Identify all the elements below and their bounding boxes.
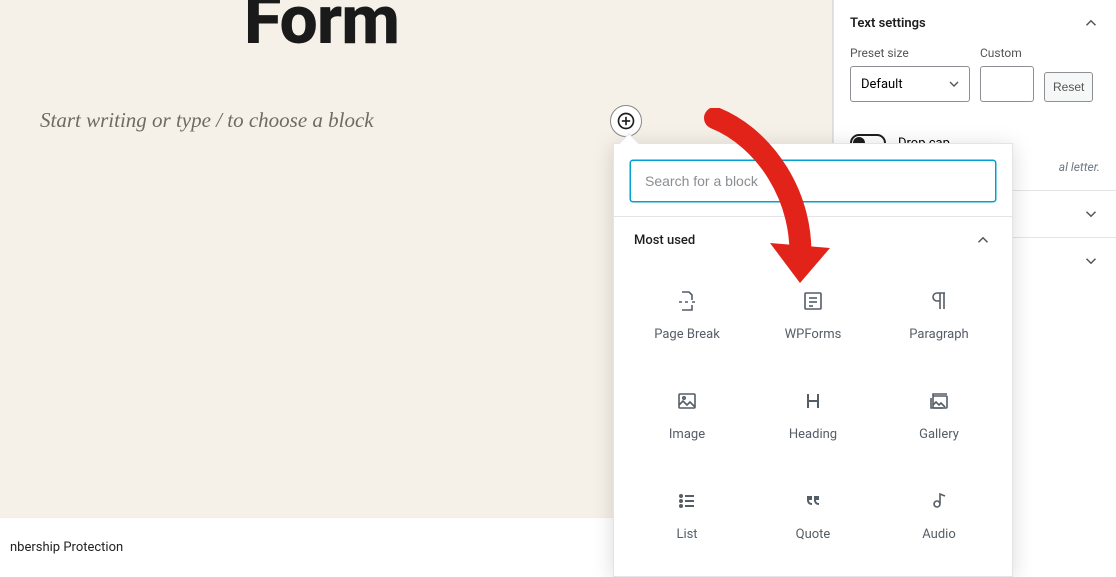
chevron-up-icon (1082, 14, 1100, 32)
block-heading[interactable]: Heading (750, 365, 876, 465)
block-label: Paragraph (909, 327, 968, 342)
text-settings-panel-header[interactable]: Text settings (834, 0, 1116, 46)
block-page-break[interactable]: Page Break (624, 265, 750, 365)
block-label: WPForms (785, 327, 842, 342)
add-block-button[interactable] (610, 105, 642, 137)
block-image[interactable]: Image (624, 365, 750, 465)
block-gallery[interactable]: Gallery (876, 365, 1002, 465)
heading-icon (801, 389, 825, 413)
most-used-label: Most used (634, 233, 695, 248)
reset-button[interactable]: Reset (1044, 72, 1093, 102)
block-wpforms[interactable]: WPForms (750, 265, 876, 365)
chevron-down-icon (1082, 205, 1100, 223)
paragraph-placeholder[interactable]: Start writing or type / to choose a bloc… (40, 108, 374, 133)
block-audio[interactable]: Audio (876, 465, 1002, 565)
text-settings-label: Text settings (850, 16, 926, 31)
bottom-bar-text: nbership Protection (10, 540, 123, 555)
chevron-down-icon (1082, 252, 1100, 270)
block-inserter-popover: Most used Page Break WPForms Parag (613, 143, 1013, 577)
wpforms-icon (801, 289, 825, 313)
inserter-scroll[interactable]: Most used Page Break WPForms Parag (614, 217, 1012, 576)
most-used-section-header[interactable]: Most used (614, 217, 1012, 259)
block-grid: Page Break WPForms Paragraph Image (614, 259, 1012, 575)
block-label: Quote (796, 527, 831, 542)
block-label: List (676, 527, 697, 542)
block-paragraph[interactable]: Paragraph (876, 265, 1002, 365)
preset-size-control: Preset size Default (850, 46, 970, 102)
paragraph-icon (927, 289, 951, 313)
block-quote[interactable]: Quote (750, 465, 876, 565)
text-settings-panel-body: Preset size Default Custom Reset (834, 46, 1116, 118)
block-label: Image (669, 427, 705, 442)
list-icon (675, 489, 699, 513)
page-title[interactable]: Form (244, 0, 399, 60)
gallery-icon (927, 389, 951, 413)
custom-size-label: Custom (980, 46, 1034, 60)
custom-size-control: Custom (980, 46, 1034, 102)
plus-circle-icon (616, 111, 636, 131)
block-label: Heading (789, 427, 837, 442)
preset-size-select[interactable]: Default (850, 66, 970, 102)
page-break-icon (675, 289, 699, 313)
preset-size-label: Preset size (850, 46, 970, 60)
block-label: Page Break (654, 327, 720, 342)
preset-size-value: Default (861, 77, 903, 92)
quote-icon (801, 489, 825, 513)
image-icon (675, 389, 699, 413)
block-label: Audio (922, 527, 955, 542)
block-list[interactable]: List (624, 465, 750, 565)
block-label: Gallery (919, 427, 959, 442)
audio-icon (927, 489, 951, 513)
chevron-up-icon (974, 231, 992, 249)
block-search-input[interactable] (630, 160, 996, 202)
custom-size-input[interactable] (980, 66, 1034, 102)
